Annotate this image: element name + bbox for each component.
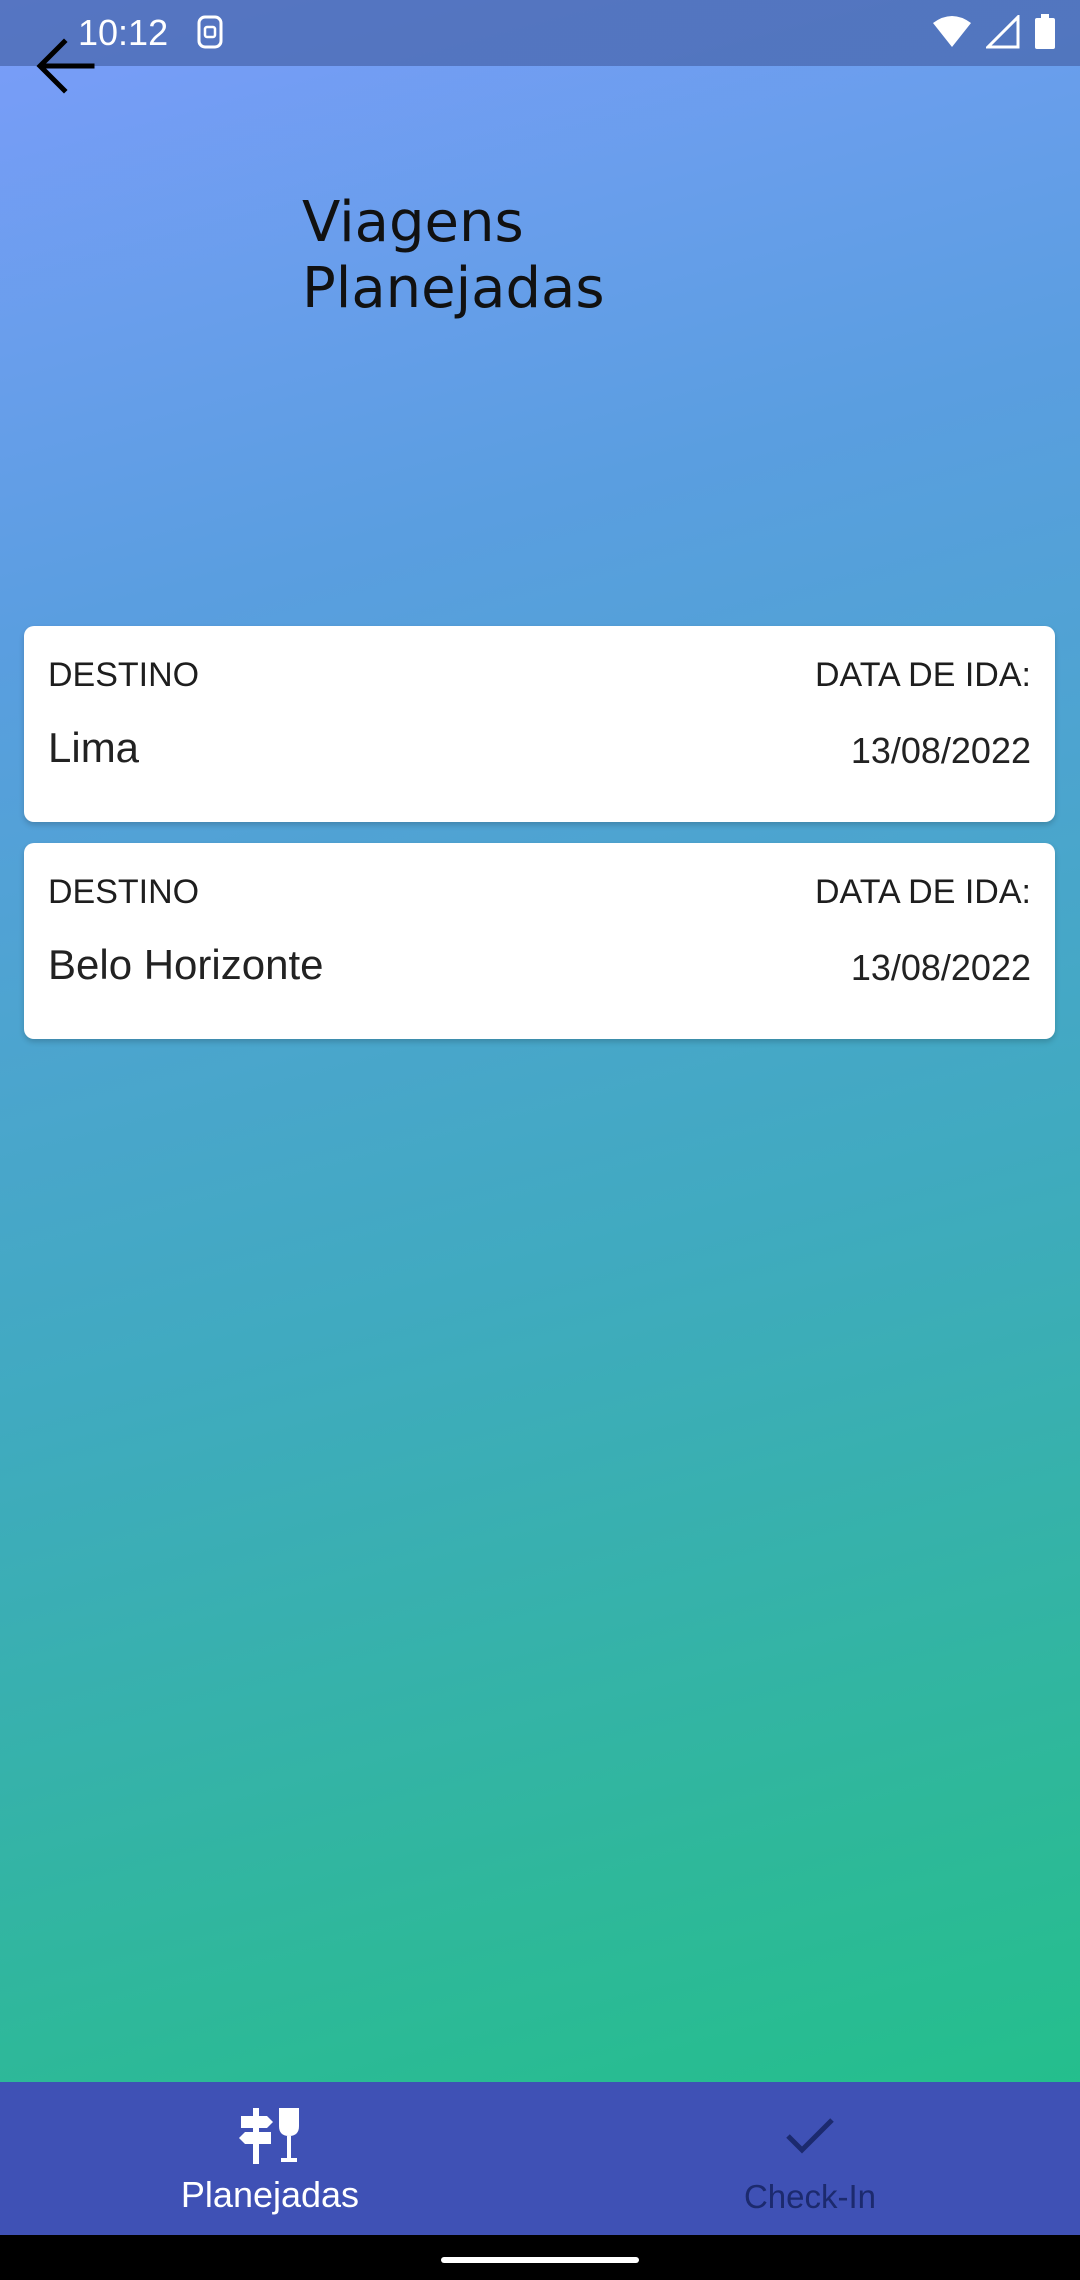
destino-value: Lima [48,724,140,771]
back-button[interactable] [30,30,100,100]
data-ida-label: DATA DE IDA: [814,656,1031,694]
bottom-navigation: Planejadas Check-In [0,2082,1080,2235]
signal-icon [984,13,1020,58]
gesture-handle[interactable] [441,2257,639,2263]
page-title-line2: Planejadas [302,256,605,321]
page-title-line1: Viagens [302,190,524,255]
status-icons [932,13,1056,59]
nav-label-planejadas: Planejadas [180,2174,360,2215]
destino-value: Belo Horizonte [48,941,324,988]
nav-item-check-in[interactable]: Check-In [540,2082,1080,2235]
directions-signpost-icon [239,2104,301,2171]
data-ida-value: 13/08/2022 [850,947,1031,988]
nav-item-planejadas[interactable]: Planejadas [0,2082,540,2235]
check-icon [782,2104,838,2169]
arrow-left-icon [36,38,95,94]
nav-label-check-in: Check-In [743,2178,877,2215]
data-ida-label: DATA DE IDA: [814,873,1031,911]
data-ida-value: 13/08/2022 [850,730,1031,771]
trip-card[interactable]: DESTINO DATA DE IDA: Belo Horizonte 13/0… [24,843,1055,1039]
destino-label: DESTINO [48,873,200,911]
destino-label: DESTINO [48,656,200,694]
page-title: Viagens Planejadas [302,190,802,322]
status-bar: 10:12 [0,0,1080,66]
wifi-icon [932,15,972,58]
trip-card[interactable]: DESTINO DATA DE IDA: Lima 13/08/2022 [24,626,1055,822]
battery-icon [1034,14,1056,59]
sim-icon [196,14,224,59]
